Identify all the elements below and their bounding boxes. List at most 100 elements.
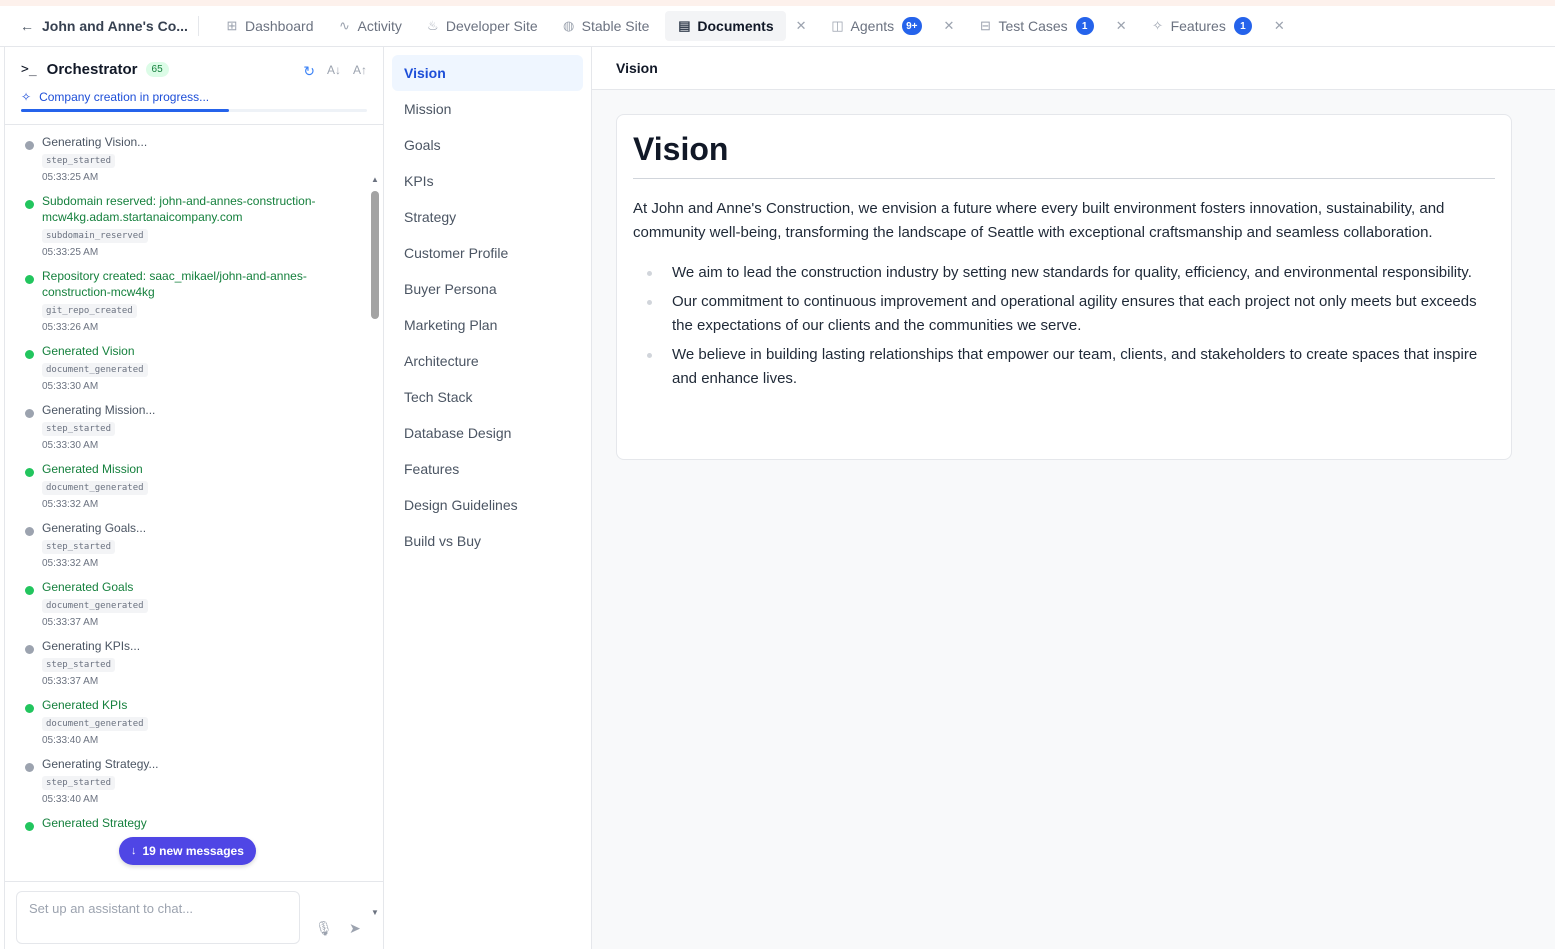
close-icon[interactable]: ✕: [1116, 18, 1127, 34]
tab-documents[interactable]: ▤ Documents: [665, 11, 786, 41]
scroll-bottom-icon[interactable]: A↓: [327, 63, 341, 80]
tab-test-cases[interactable]: ⊟ Test Cases 1: [970, 11, 1101, 41]
doc-nav-item[interactable]: Customer Profile: [392, 235, 583, 271]
log-message: Generating Strategy...: [42, 757, 159, 771]
log-entry: Generated Strategy: [5, 815, 383, 831]
status-dot: [25, 763, 34, 772]
terminal-icon: >_: [21, 62, 37, 77]
doc-nav-item[interactable]: Features: [392, 451, 583, 487]
log-message: Generated Goals: [42, 580, 134, 594]
count-badge: 1: [1075, 17, 1094, 35]
tab-label: Documents: [697, 18, 774, 34]
tab-label: Test Cases: [998, 18, 1068, 34]
log-timestamp: 05:33:25 AM: [42, 172, 99, 183]
count-badge: 1: [1233, 17, 1252, 35]
doc-nav-item[interactable]: Vision: [392, 55, 583, 91]
status-dot: [25, 822, 34, 831]
status-dot: [25, 586, 34, 595]
tab-label: Agents: [850, 18, 895, 34]
activity-icon: ∿: [339, 18, 350, 33]
log-timestamp: 05:33:40 AM: [42, 794, 99, 805]
tab-stable-site[interactable]: ◍ Stable Site: [554, 11, 658, 41]
close-icon[interactable]: ✕: [944, 18, 955, 34]
doc-nav-item[interactable]: Tech Stack: [392, 379, 583, 415]
orchestrator-title: Orchestrator: [46, 61, 138, 78]
doc-nav-item[interactable]: Mission: [392, 91, 583, 127]
status-dot: [25, 409, 34, 418]
log-entry: Generating Mission... step_started 05:33:3…: [5, 402, 383, 451]
sparkles-icon: ✧: [21, 90, 32, 104]
ticket-icon: ⊟: [979, 18, 991, 33]
close-icon[interactable]: ✕: [796, 18, 807, 34]
triangle-up-icon[interactable]: ▲: [371, 175, 379, 184]
bullet-item: We aim to lead the construction industry…: [633, 261, 1495, 285]
log-timestamp: 05:33:30 AM: [42, 440, 99, 451]
event-type: step_started: [42, 154, 116, 168]
tab-features[interactable]: ✧ Features 1: [1143, 11, 1260, 41]
status-dot: [25, 468, 34, 477]
event-type: document_generated: [42, 481, 148, 495]
doc-nav-item[interactable]: Strategy: [392, 199, 583, 235]
close-icon[interactable]: ✕: [1274, 18, 1285, 34]
arrow-left-icon: ←: [20, 18, 34, 34]
log-message: Generated KPIs: [42, 698, 128, 712]
arrow-down-icon: ↓: [131, 845, 137, 857]
log-entry: Repository created: saac_mikael/john-and…: [5, 268, 383, 333]
event-type: step_started: [42, 776, 116, 790]
document-header: Vision: [592, 47, 1555, 90]
doc-nav-item[interactable]: Buyer Persona: [392, 271, 583, 307]
event-type: document_generated: [42, 599, 148, 613]
document-view: Vision Vision At John and Anne's Constru…: [592, 47, 1555, 949]
event-type: git_repo_created: [42, 304, 137, 318]
document-bullets: We aim to lead the construction industry…: [633, 261, 1495, 391]
document-intro: At John and Anne's Construction, we envi…: [633, 200, 1445, 241]
tab-label: Developer Site: [445, 18, 538, 34]
doc-nav-item[interactable]: Build vs Buy: [392, 523, 583, 559]
bot-icon: ◫: [831, 18, 844, 33]
tab-label: Activity: [357, 18, 402, 34]
log-timestamp: 05:33:32 AM: [42, 558, 99, 569]
log-message: Generated Strategy: [42, 816, 147, 830]
scroll-thumb[interactable]: [371, 191, 379, 319]
tab-activity[interactable]: ∿ Activity: [330, 11, 410, 41]
send-icon[interactable]: ➤: [349, 920, 361, 937]
chat-input[interactable]: Set up an assistant to chat...: [16, 891, 300, 944]
new-messages-button[interactable]: ↓ 19 new messages: [119, 837, 256, 865]
doc-nav-item[interactable]: Design Guidelines: [392, 487, 583, 523]
progress-text: Company creation in progress...: [39, 90, 210, 104]
flame-icon: ♨: [427, 18, 439, 33]
tab-agents[interactable]: ◫ Agents 9+: [823, 11, 930, 41]
status-dot: [25, 350, 34, 359]
tab-developer-site[interactable]: ♨ Developer Site: [418, 11, 546, 41]
document-navigation: Vision Mission Goals KPIs Strategy Customer P…: [384, 47, 592, 949]
log-entry: Generated KPIs document_generated 05:33:40…: [5, 697, 383, 746]
log-timestamp: 05:33:40 AM: [42, 735, 99, 746]
status-dot: [25, 141, 34, 150]
log-entry: Generated Vision document_generated 05:33:…: [5, 343, 383, 392]
document-card: Vision At John and Anne's Construction, …: [616, 114, 1512, 460]
refresh-icon[interactable]: ↻: [303, 63, 315, 80]
back-button[interactable]: ← John and Anne's Co...: [0, 18, 198, 34]
doc-nav-item[interactable]: Architecture: [392, 343, 583, 379]
microphone-icon[interactable]: 🎙: [315, 920, 333, 937]
doc-nav-item[interactable]: Marketing Plan: [392, 307, 583, 343]
bullet-item: Our commitment to continuous improvement…: [633, 290, 1495, 338]
status-dot: [25, 704, 34, 713]
doc-nav-item[interactable]: Goals: [392, 127, 583, 163]
scroll-top-icon[interactable]: A↑: [353, 63, 367, 80]
tab-label: Stable Site: [581, 18, 650, 34]
log-timestamp: 05:33:37 AM: [42, 617, 99, 628]
log-entry: Generating Goals... step_started 05:33:32 …: [5, 520, 383, 569]
progress-fill: [21, 109, 229, 112]
globe-icon: ◍: [563, 18, 575, 33]
log-timestamp: 05:33:25 AM: [42, 247, 99, 258]
tab-dashboard[interactable]: ⊞ Dashboard: [217, 11, 322, 41]
doc-nav-item[interactable]: KPIs: [392, 163, 583, 199]
activity-log[interactable]: Generating Vision... step_started 05:33:25…: [5, 126, 383, 882]
log-message: Generated Vision: [42, 344, 135, 358]
file-icon: ▤: [678, 18, 691, 33]
doc-nav-item[interactable]: Database Design: [392, 415, 583, 451]
status-dot: [25, 275, 34, 284]
log-scrollbar[interactable]: ▲ ▼: [371, 175, 379, 917]
log-entry: Generating Vision... step_started 05:33:25…: [5, 134, 383, 183]
